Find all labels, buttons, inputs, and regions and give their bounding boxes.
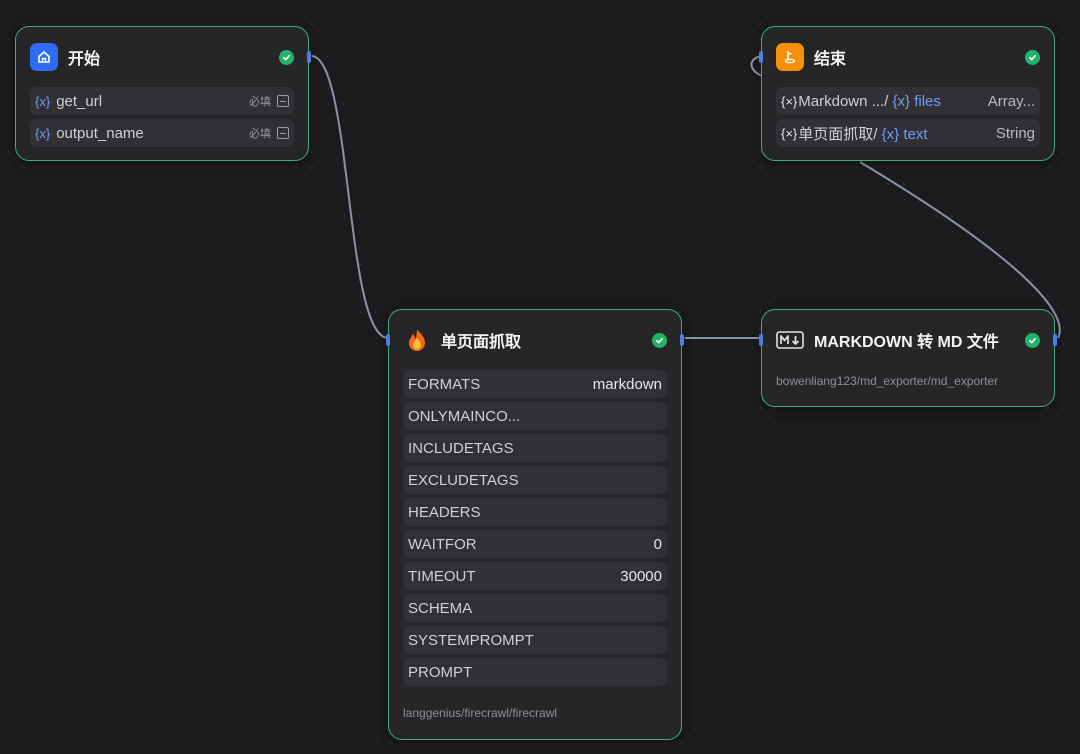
required-label: 必填 bbox=[249, 128, 271, 140]
param-row-onlymaincontent[interactable]: ONLYMAINCO... bbox=[403, 402, 667, 430]
output-type: String bbox=[995, 124, 1035, 142]
variable-name: output_name bbox=[56, 124, 144, 142]
success-check-icon bbox=[652, 332, 667, 348]
scrape-node-title: 单页面抓取 bbox=[441, 334, 522, 351]
output-source: 单页面抓取/ {x} text bbox=[798, 125, 928, 143]
param-row-systemprompt[interactable]: SYSTEMPROMPT bbox=[403, 626, 667, 654]
end-output-row[interactable]: {×} Markdown .../ {x} files Array... bbox=[776, 87, 1040, 115]
param-row-timeout[interactable]: TIMEOUT 30000 bbox=[403, 562, 667, 590]
variable-icon: {x} bbox=[35, 125, 51, 141]
scrape-output-handle[interactable] bbox=[680, 334, 684, 346]
fire-icon bbox=[403, 326, 431, 354]
start-variable-row[interactable]: {x} output_name 必填 bbox=[30, 119, 294, 147]
workflow-variable-icon: {×} bbox=[781, 125, 798, 141]
end-node-title: 结束 bbox=[814, 51, 847, 68]
required-label: 必填 bbox=[249, 96, 271, 108]
end-input-handle[interactable] bbox=[759, 51, 763, 63]
param-row-schema[interactable]: SCHEMA bbox=[403, 594, 667, 622]
variable-icon: {x} bbox=[35, 93, 51, 109]
output-source: Markdown .../ {x} files bbox=[798, 92, 941, 110]
param-row-includetags[interactable]: INCLUDETAGS bbox=[403, 434, 667, 462]
edge-start-to-scrape[interactable] bbox=[311, 55, 388, 339]
text-input-type-icon bbox=[277, 127, 289, 139]
start-variable-row[interactable]: {x} get_url 必填 bbox=[30, 87, 294, 115]
param-row-formats[interactable]: FORMATS markdown bbox=[403, 370, 667, 398]
start-output-handle[interactable] bbox=[307, 51, 311, 63]
success-check-icon bbox=[279, 49, 294, 65]
scrape-node[interactable]: 单页面抓取 FORMATS markdown ONLYMAINCO... INCL… bbox=[386, 309, 684, 740]
start-node-title: 开始 bbox=[68, 51, 101, 68]
end-node[interactable]: 结束 {×} Markdown .../ {x} files Array... … bbox=[759, 26, 1055, 161]
success-check-icon bbox=[1025, 49, 1040, 65]
start-node[interactable]: 开始 {x} get_url 必填 {x} output_name 必填 bbox=[15, 26, 311, 161]
param-row-waitfor[interactable]: WAITFOR 0 bbox=[403, 530, 667, 558]
variable-name: get_url bbox=[56, 92, 103, 110]
markdown-icon bbox=[776, 326, 804, 354]
param-row-prompt[interactable]: PROMPT bbox=[403, 658, 667, 686]
markdown-output-handle[interactable] bbox=[1053, 334, 1057, 346]
end-output-row[interactable]: {×} 单页面抓取/ {x} text String bbox=[776, 119, 1040, 147]
tool-provider-label: langgenius/firecrawl/firecrawl bbox=[403, 706, 558, 720]
param-row-excludetags[interactable]: EXCLUDETAGS bbox=[403, 466, 667, 494]
markdown-input-handle[interactable] bbox=[759, 334, 763, 346]
markdown-node[interactable]: MARKDOWN 转 MD 文件 bowenliang123/md_export… bbox=[759, 309, 1057, 407]
home-icon bbox=[30, 43, 58, 71]
success-check-icon bbox=[1025, 332, 1040, 348]
text-input-type-icon bbox=[277, 95, 289, 107]
output-type: Array... bbox=[987, 92, 1035, 110]
markdown-node-title: MARKDOWN 转 MD 文件 bbox=[814, 334, 999, 351]
param-row-headers[interactable]: HEADERS bbox=[403, 498, 667, 526]
flag-icon bbox=[776, 43, 804, 71]
scrape-input-handle[interactable] bbox=[386, 334, 390, 346]
workflow-variable-icon: {×} bbox=[781, 93, 798, 109]
tool-provider-label: bowenliang123/md_exporter/md_exporter bbox=[776, 374, 999, 388]
